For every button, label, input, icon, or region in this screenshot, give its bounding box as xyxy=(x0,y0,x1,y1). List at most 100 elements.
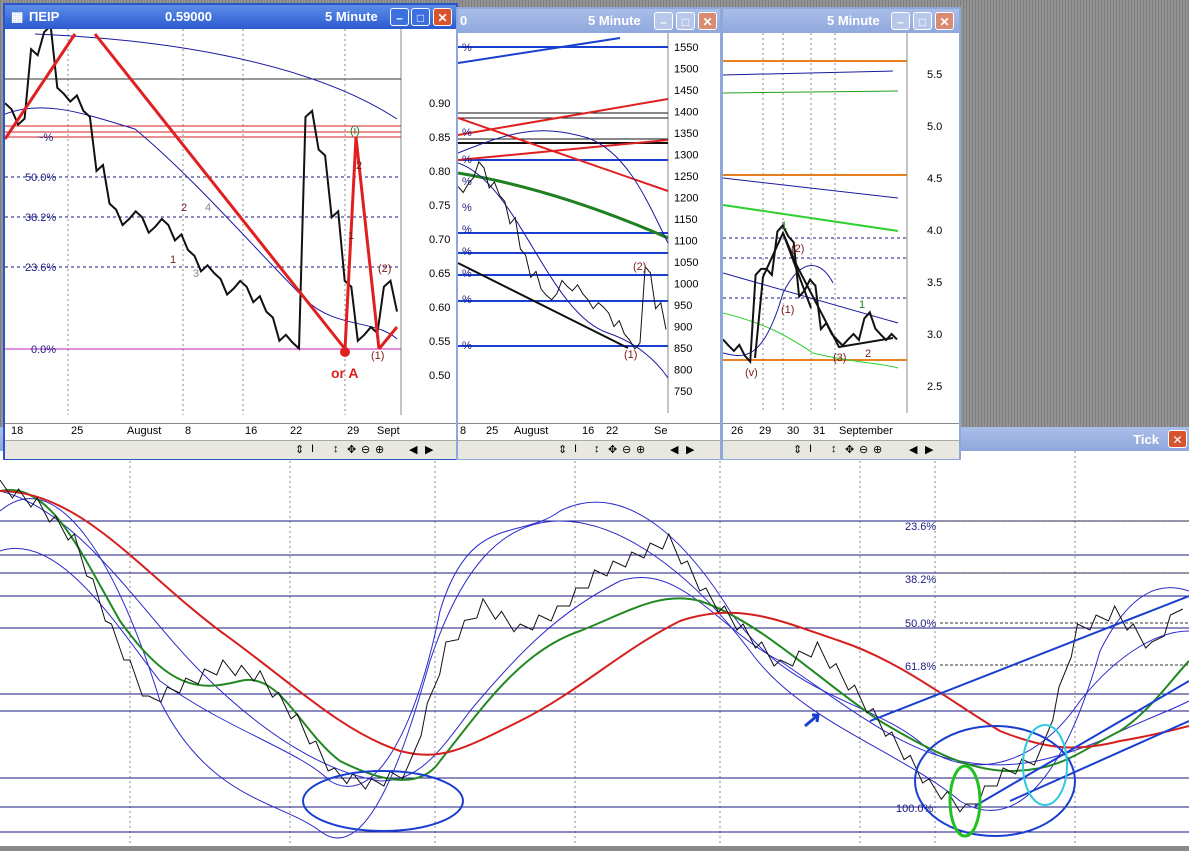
pct-label: % xyxy=(462,154,472,166)
y-tick-label: 1200 xyxy=(674,193,698,205)
y-tick-label: 1550 xyxy=(674,42,698,54)
x-label: 16 xyxy=(582,425,595,437)
close-button[interactable]: ✕ xyxy=(935,12,954,30)
scroll-right-icon[interactable]: ▶ xyxy=(925,443,933,456)
tool-icon[interactable]: ✥ xyxy=(608,443,617,456)
pct-label: % xyxy=(462,268,472,280)
zoom-out-icon[interactable]: ⊖ xyxy=(361,443,370,456)
tool-icon[interactable]: ✥ xyxy=(845,443,854,456)
tick-chart-panel: 23.6% 38.2% 50.0% 61.8% 100.0% xyxy=(0,451,1189,846)
y-tick-label: 800 xyxy=(674,365,692,377)
x-label: 31 xyxy=(813,425,826,437)
wave-label: (2) xyxy=(791,243,804,255)
fib-top-label: ~% xyxy=(37,132,53,144)
wave-label: 1 xyxy=(170,254,176,266)
chart-toolbar: ⇕ I ↕ ✥ ⊖ ⊕ ◀ ▶ xyxy=(5,440,456,459)
window-titlebar[interactable]: 5 Minute – □ ✕ xyxy=(723,9,959,33)
y-tick-label: 1300 xyxy=(674,150,698,162)
tool-icon[interactable]: ✥ xyxy=(347,443,356,456)
index-price-line xyxy=(458,160,667,350)
scroll-right-icon[interactable]: ▶ xyxy=(425,443,433,456)
x-label: 29 xyxy=(759,425,772,437)
y-tick-label: 1250 xyxy=(674,171,698,183)
pct-label: % xyxy=(462,224,472,236)
close-button[interactable]: ✕ xyxy=(433,8,452,26)
fib-label-38: 38.2% xyxy=(905,574,936,586)
y-tick-label: 0.75 xyxy=(429,200,450,212)
chart-window-third[interactable]: 5 Minute – □ ✕ 5.5 5.0 4.5 4.0 3.5 3.0 2.5 1 (… xyxy=(721,7,961,460)
x-label: 8 xyxy=(460,425,467,437)
wave-label: (3) xyxy=(833,352,846,364)
wave-label: 2 xyxy=(181,202,187,214)
scroll-left-icon[interactable]: ◀ xyxy=(409,443,417,456)
scroll-left-icon[interactable]: ◀ xyxy=(909,443,917,456)
chart-toolbar: ⇕ I ↕ ✥ ⊖ ⊕ ◀ ▶ xyxy=(458,440,720,459)
fib-label-50: 50.0% xyxy=(25,172,56,184)
wave-label: 3 xyxy=(193,268,199,280)
wave-label: (1) xyxy=(781,304,794,316)
window-title: 0 xyxy=(460,13,468,28)
tool-icon[interactable]: ↕ xyxy=(594,443,600,455)
y-tick-label: 0.55 xyxy=(429,336,450,348)
scroll-right-icon[interactable]: ▶ xyxy=(686,443,694,456)
y-tick-label: 1000 xyxy=(674,279,698,291)
chart-window-peir[interactable]: ▦ ΠΕΙΡ 0.59000 5 Minute – □ ✕ ~% 50.0% 3… xyxy=(3,3,458,460)
x-label: 8 xyxy=(185,425,192,437)
tool-icon[interactable]: I xyxy=(574,443,577,455)
zoom-in-icon[interactable]: ⊕ xyxy=(636,443,645,456)
y-tick-label: 0.90 xyxy=(429,98,450,110)
x-label: Se xyxy=(654,425,668,437)
x-label: 29 xyxy=(347,425,360,437)
maximize-button[interactable]: □ xyxy=(676,12,695,30)
y-tick-label: 0.70 xyxy=(429,234,450,246)
maximize-button[interactable]: □ xyxy=(411,8,430,26)
x-label: August xyxy=(127,425,162,437)
y-tick-label: 0.65 xyxy=(429,268,450,280)
window-icon: ▦ xyxy=(11,9,24,24)
close-button[interactable]: ✕ xyxy=(1168,430,1187,448)
window-titlebar[interactable]: ▦ ΠΕΙΡ 0.59000 5 Minute – □ ✕ xyxy=(5,5,456,29)
pct-label: % xyxy=(462,294,472,306)
x-label: September xyxy=(839,425,893,437)
y-tick-label: 3.0 xyxy=(927,329,942,341)
price-title: 0.59000 xyxy=(165,9,212,24)
y-tick-label: 950 xyxy=(674,300,692,312)
zoom-in-icon[interactable]: ⊕ xyxy=(873,443,882,456)
scroll-left-icon[interactable]: ◀ xyxy=(670,443,678,456)
x-label: August xyxy=(514,425,549,437)
y-tick-label: 1500 xyxy=(674,64,698,76)
tool-icon[interactable]: ⇕ xyxy=(793,443,802,456)
interval-title: 5 Minute xyxy=(588,13,641,28)
fib-label-23: 23.6% xyxy=(25,262,56,274)
wave-label: 1 xyxy=(859,299,865,311)
zoom-out-icon[interactable]: ⊖ xyxy=(622,443,631,456)
window-titlebar[interactable]: 0 5 Minute – □ ✕ xyxy=(458,9,720,33)
tool-icon[interactable]: ↕ xyxy=(333,443,339,455)
tool-icon[interactable]: ⇕ xyxy=(558,443,567,456)
fib-label-38: 38.2% xyxy=(25,212,56,224)
close-button[interactable]: ✕ xyxy=(698,12,717,30)
tool-icon[interactable]: ⇕ xyxy=(295,443,304,456)
x-label: 22 xyxy=(606,425,619,437)
tool-icon[interactable]: ↕ xyxy=(831,443,837,455)
chart-window-index[interactable]: 0 5 Minute – □ ✕ 1550 1500 1450 1400 1350 130… xyxy=(456,7,722,460)
zoom-out-icon[interactable]: ⊖ xyxy=(859,443,868,456)
tool-icon[interactable]: I xyxy=(809,443,812,455)
wave-label: (1) xyxy=(371,350,384,362)
tool-icon[interactable]: I xyxy=(311,443,314,455)
chart-toolbar: ⇕ I ↕ ✥ ⊖ ⊕ ◀ ▶ xyxy=(723,440,959,459)
y-tick-label: 900 xyxy=(674,322,692,334)
tick-chart: 23.6% 38.2% 50.0% 61.8% 100.0% xyxy=(0,451,1189,846)
maximize-button[interactable]: □ xyxy=(913,12,932,30)
minimize-button[interactable]: – xyxy=(654,12,673,30)
symbol-title: ΠΕΙΡ xyxy=(29,9,60,24)
fib-label-23: 23.6% xyxy=(905,521,936,533)
zoom-in-icon[interactable]: ⊕ xyxy=(375,443,384,456)
y-tick-label: 1450 xyxy=(674,85,698,97)
minimize-button[interactable]: – xyxy=(390,8,409,26)
minimize-button[interactable]: – xyxy=(891,12,910,30)
peir-price-line xyxy=(5,29,398,351)
y-tick-label: 0.50 xyxy=(429,370,450,382)
fib-label-100: 100.0% xyxy=(896,803,934,815)
x-label: 16 xyxy=(245,425,258,437)
